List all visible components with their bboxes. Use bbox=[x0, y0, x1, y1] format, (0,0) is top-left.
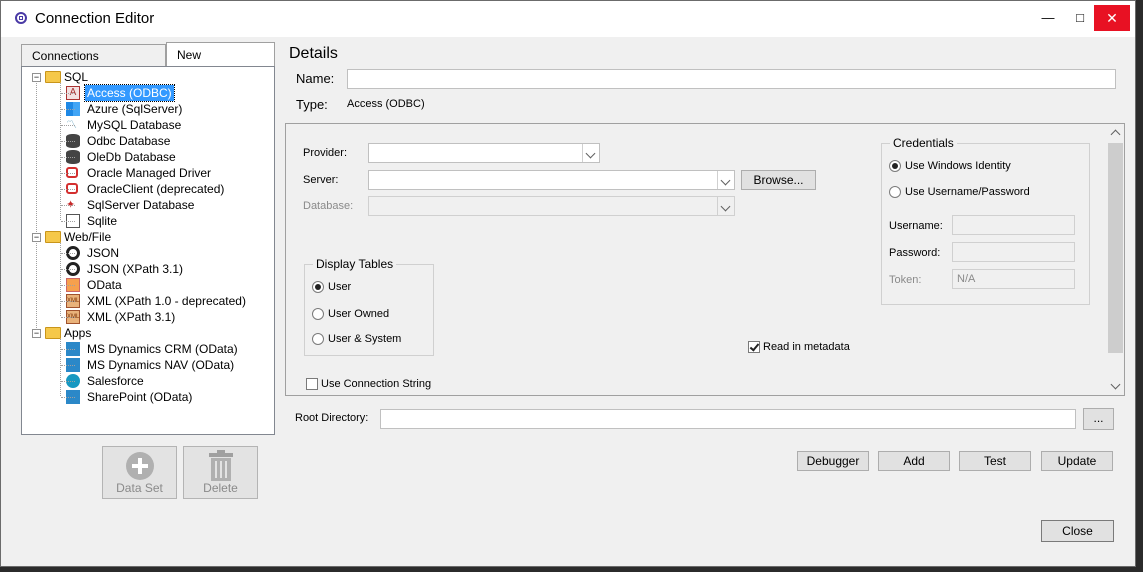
browse-root-button[interactable]: ... bbox=[1083, 408, 1114, 430]
tab-connections[interactable]: Connections bbox=[21, 44, 166, 66]
tree-group-apps[interactable]: Apps bbox=[64, 325, 91, 341]
username-label: Username: bbox=[889, 220, 943, 232]
scroll-up-icon[interactable] bbox=[1110, 129, 1121, 140]
delete-button[interactable]: Delete bbox=[183, 446, 258, 499]
title-bar: Connection Editor — □ ✕ bbox=[1, 1, 1135, 37]
password-input[interactable] bbox=[952, 242, 1075, 262]
scrollbar-thumb[interactable] bbox=[1108, 143, 1123, 353]
radio-user-system[interactable] bbox=[312, 333, 324, 345]
provider-label: Provider: bbox=[303, 147, 348, 159]
radio-user-owned[interactable] bbox=[312, 308, 324, 320]
tree-group-sql[interactable]: SQL bbox=[64, 69, 88, 85]
close-window-button[interactable]: ✕ bbox=[1094, 5, 1130, 31]
type-value: Access (ODBC) bbox=[347, 98, 425, 110]
collapse-webfile-toggle[interactable]: − bbox=[32, 233, 41, 242]
radio-username-password-label: Use Username/Password bbox=[905, 186, 1030, 198]
token-input[interactable]: N/A bbox=[952, 269, 1075, 289]
radio-user[interactable] bbox=[312, 281, 324, 293]
database-label: Database: bbox=[303, 200, 354, 212]
test-button[interactable]: Test bbox=[959, 451, 1031, 471]
credentials-group: Credentials Use Windows Identity Use Use… bbox=[881, 136, 1090, 305]
provider-select[interactable] bbox=[368, 143, 600, 163]
collapse-apps-toggle[interactable]: − bbox=[32, 329, 41, 338]
folder-icon bbox=[45, 71, 61, 83]
name-label: Name: bbox=[296, 71, 335, 86]
minimize-button[interactable]: — bbox=[1033, 5, 1063, 31]
root-directory-input[interactable] bbox=[380, 409, 1076, 429]
radio-user-system-label: User & System bbox=[328, 333, 402, 345]
collapse-sql-toggle[interactable]: − bbox=[32, 73, 41, 82]
browse-button[interactable]: Browse... bbox=[741, 170, 816, 190]
scroll-down-icon[interactable] bbox=[1110, 379, 1121, 390]
root-directory-label: Root Directory: bbox=[295, 412, 369, 424]
username-input[interactable] bbox=[952, 215, 1075, 235]
trash-icon bbox=[209, 450, 233, 481]
chevron-down-icon bbox=[717, 197, 734, 215]
tree-group-webfile[interactable]: Web/File bbox=[64, 229, 111, 245]
read-metadata-label: Read in metadata bbox=[763, 341, 850, 353]
connection-editor-window: Connection Editor — □ ✕ Connections New … bbox=[0, 0, 1136, 567]
folder-icon bbox=[45, 327, 61, 339]
debugger-button[interactable]: Debugger bbox=[797, 451, 869, 471]
connection-tree[interactable]: − SQL A Access (ODBC) Azure (SqlServer) … bbox=[21, 66, 275, 435]
name-input[interactable] bbox=[347, 69, 1116, 89]
token-label: Token: bbox=[889, 274, 922, 286]
radio-windows-identity[interactable] bbox=[889, 160, 901, 172]
use-connection-string-checkbox[interactable] bbox=[306, 378, 318, 390]
chevron-down-icon bbox=[717, 171, 734, 189]
vertical-scrollbar[interactable] bbox=[1107, 124, 1124, 395]
close-button[interactable]: Close bbox=[1041, 520, 1114, 542]
tab-new[interactable]: New bbox=[166, 42, 275, 66]
password-label: Password: bbox=[889, 247, 941, 259]
folder-icon bbox=[45, 231, 61, 243]
window-title: Connection Editor bbox=[35, 10, 155, 27]
server-label: Server: bbox=[303, 174, 339, 186]
type-label: Type: bbox=[296, 97, 328, 112]
app-icon bbox=[15, 12, 27, 24]
database-select[interactable] bbox=[368, 196, 735, 216]
add-button[interactable]: Add bbox=[878, 451, 950, 471]
radio-user-label: User bbox=[328, 281, 352, 293]
details-heading: Details bbox=[289, 45, 338, 62]
read-metadata-checkbox[interactable] bbox=[748, 341, 760, 353]
radio-username-password[interactable] bbox=[889, 186, 901, 198]
server-select[interactable] bbox=[368, 170, 735, 190]
radio-windows-identity-label: Use Windows Identity bbox=[905, 160, 1011, 172]
radio-user-owned-label: User Owned bbox=[328, 308, 390, 320]
chevron-down-icon bbox=[582, 144, 599, 162]
maximize-button[interactable]: □ bbox=[1065, 5, 1095, 31]
update-button[interactable]: Update bbox=[1041, 451, 1113, 471]
plus-icon bbox=[126, 452, 154, 480]
display-tables-group: Display Tables User User Owned User & Sy… bbox=[304, 257, 434, 356]
add-dataset-button[interactable]: Data Set bbox=[102, 446, 177, 499]
connection-settings-panel: Provider: Server: Browse... Database: Di… bbox=[285, 123, 1125, 396]
use-connection-string-label: Use Connection String bbox=[321, 378, 432, 390]
